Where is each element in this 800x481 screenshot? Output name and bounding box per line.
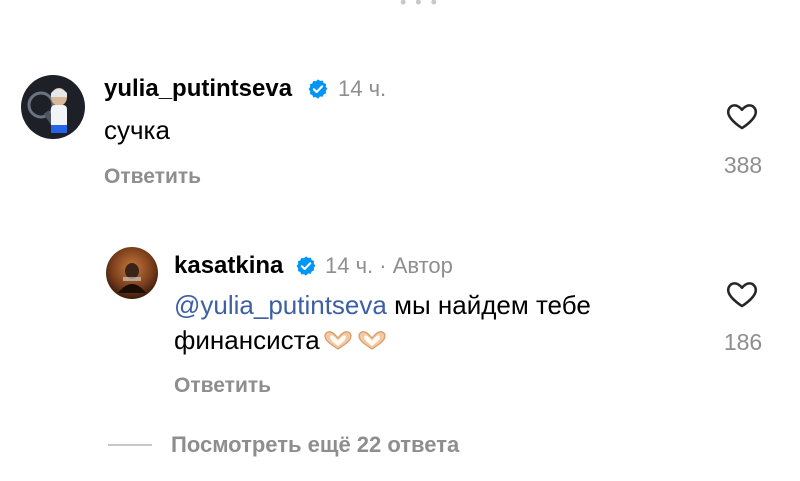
reply-button[interactable]: Ответить	[104, 165, 201, 189]
previous-content-fragment: • • •	[0, 0, 800, 14]
verified-badge-icon	[296, 256, 316, 276]
heart-outline-icon[interactable]	[724, 277, 760, 311]
verified-badge-icon	[308, 79, 328, 99]
reply-avatar-photo	[106, 247, 158, 299]
avatar[interactable]	[21, 75, 85, 139]
reply-username[interactable]: kasatkina	[174, 252, 283, 280]
comment-time: 14 ч.	[338, 76, 387, 101]
reply-button[interactable]: Ответить	[174, 374, 271, 398]
comment-username[interactable]: yulia_putintseva	[104, 75, 292, 103]
heart-hands-emoji	[324, 331, 352, 350]
reply-text-line-1: @yulia_putintseva мы найдем тебе	[174, 286, 591, 324]
like-count: 388	[723, 152, 763, 178]
reply-avatar[interactable]	[106, 247, 158, 299]
view-more-divider	[108, 444, 152, 446]
reply-text-rest: мы найдем тебе	[386, 290, 591, 320]
previous-content-text: • • •	[400, 0, 439, 12]
view-more-replies-button[interactable]: Посмотреть ещё 22 ответа	[171, 432, 459, 458]
like-count: 186	[723, 329, 763, 355]
heart-hands-emoji	[358, 331, 386, 350]
reply-text-line2: финансиста	[174, 325, 320, 355]
avatar-photo	[21, 75, 85, 139]
comment-text: сучка	[104, 115, 170, 145]
reply-meta: 14 ч. · Автор	[325, 253, 453, 278]
heart-outline-icon[interactable]	[724, 99, 760, 133]
reply-text-line-2: финансиста	[174, 321, 388, 359]
mention-link[interactable]: @yulia_putintseva	[174, 290, 387, 320]
